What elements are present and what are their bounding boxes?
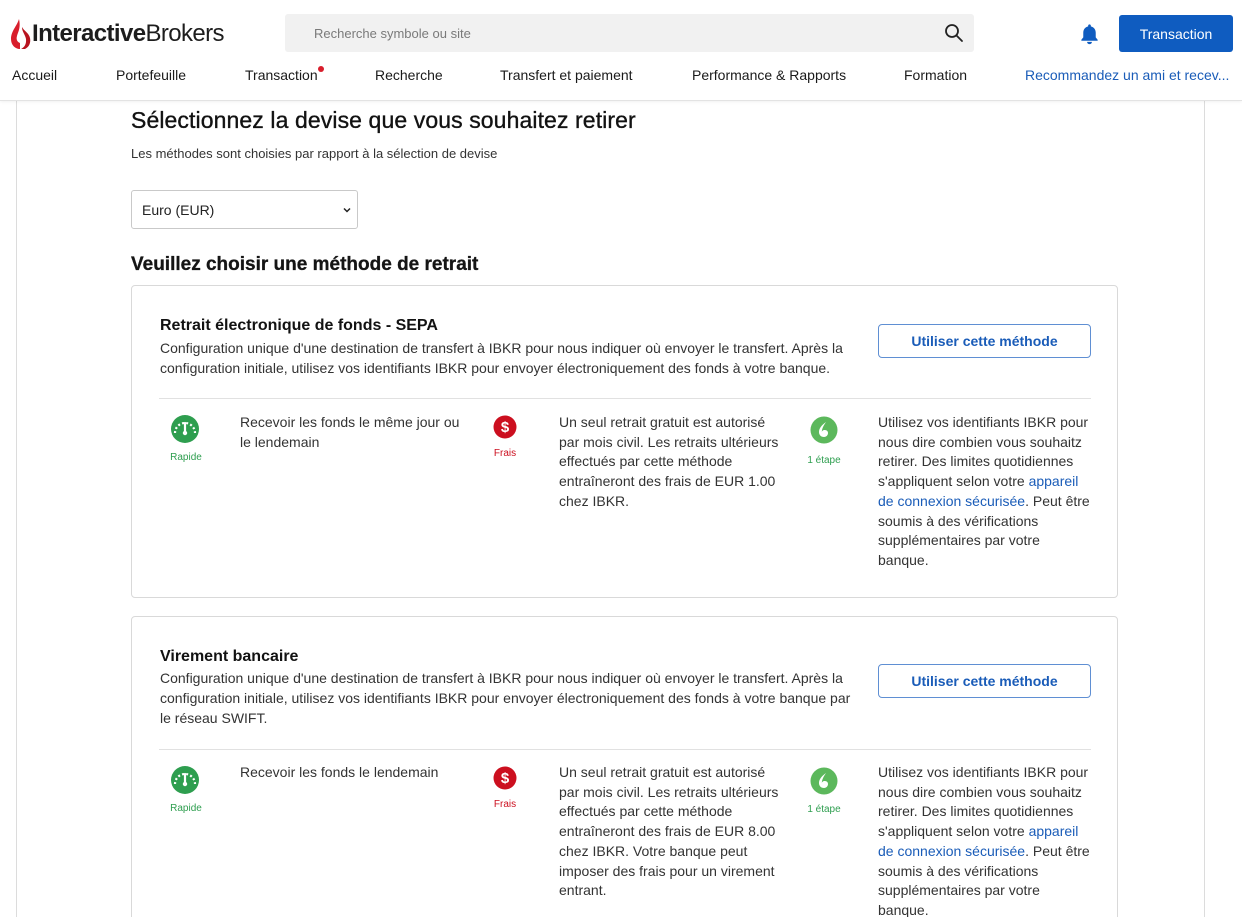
method-card-wire: Virement bancaire Configuration unique d… (131, 616, 1118, 917)
speed-label: Rapide (170, 803, 202, 814)
use-method-button-wire[interactable]: Utiliser cette méthode (878, 664, 1091, 698)
speed-label: Rapide (170, 452, 202, 463)
page-subtitle: Les méthodes sont choisies par rapport à… (131, 146, 498, 161)
use-method-button-sepa[interactable]: Utiliser cette méthode (878, 324, 1091, 358)
search-input[interactable] (285, 14, 925, 52)
ib-flame-logo-icon (11, 19, 31, 49)
fee-text: Un seul retrait gratuit est autorisé par… (559, 414, 779, 509)
steps-label: 1 étape (807, 455, 841, 466)
nav-transfert-paiement[interactable]: Transfert et paiement (500, 67, 633, 83)
steps-label: 1 étape (807, 804, 841, 815)
top-header: InteractiveBrokers Transaction Accueil P… (0, 0, 1242, 101)
transaction-button[interactable]: Transaction (1119, 15, 1233, 52)
fee-label: Frais (493, 799, 517, 810)
bell-icon[interactable] (1078, 22, 1101, 46)
interactive-brokers-logo[interactable]: InteractiveBrokers (11, 18, 225, 50)
card-divider (159, 398, 1091, 399)
method-description: Configuration unique d'une destination d… (160, 670, 851, 726)
nav-performance-rapports[interactable]: Performance & Rapports (692, 67, 846, 83)
fee-label: Frais (493, 448, 517, 459)
speed-text: Recevoir les fonds le lendemain (240, 764, 439, 780)
currency-dropdown[interactable]: Euro (EUR) (132, 191, 357, 228)
nav-transaction-label: Transaction (245, 67, 318, 83)
step-check-icon (810, 767, 838, 795)
method-heading: Veuillez choisir une méthode de retrait (131, 254, 479, 275)
nav-portefeuille[interactable]: Portefeuille (116, 67, 186, 83)
method-card-sepa: Retrait électronique de fonds - SEPA Con… (131, 285, 1118, 598)
notification-dot (317, 66, 324, 72)
speedometer-icon (171, 415, 199, 443)
nav-formation[interactable]: Formation (904, 67, 967, 83)
page-title: Sélectionnez la devise que vous souhaite… (131, 107, 636, 133)
nav-accueil[interactable]: Accueil (12, 67, 57, 83)
logo-text: InteractiveBrokers (32, 20, 225, 47)
speedometer-icon (171, 766, 199, 794)
method-title: Retrait électronique de fonds - SEPA (160, 317, 438, 334)
nav-transaction[interactable]: Transaction (245, 66, 324, 83)
steps-text: Utilisez vos identifiants IBKR pour nous… (878, 763, 1093, 917)
dollar-icon: $ (493, 415, 517, 439)
steps-text: Utilisez vos identifiants IBKR pour nous… (878, 413, 1093, 571)
dollar-icon: $ (493, 766, 517, 790)
step-check-icon (810, 416, 838, 444)
method-title: Virement bancaire (160, 648, 299, 665)
search-bar[interactable] (285, 14, 974, 52)
svg-text:$: $ (501, 770, 510, 787)
svg-text:$: $ (501, 419, 510, 436)
card-divider (159, 749, 1091, 750)
nav-recommandez-ami[interactable]: Recommandez un ami et recev... (1025, 67, 1229, 83)
nav-recherche[interactable]: Recherche (375, 67, 443, 83)
currency-select[interactable]: Euro (EUR) (131, 190, 358, 229)
search-icon[interactable] (944, 23, 964, 43)
fee-text: Un seul retrait gratuit est autorisé par… (559, 764, 779, 899)
method-description: Configuration unique d'une destination d… (160, 340, 843, 376)
speed-text: Recevoir les fonds le même jour ou le le… (240, 414, 460, 450)
